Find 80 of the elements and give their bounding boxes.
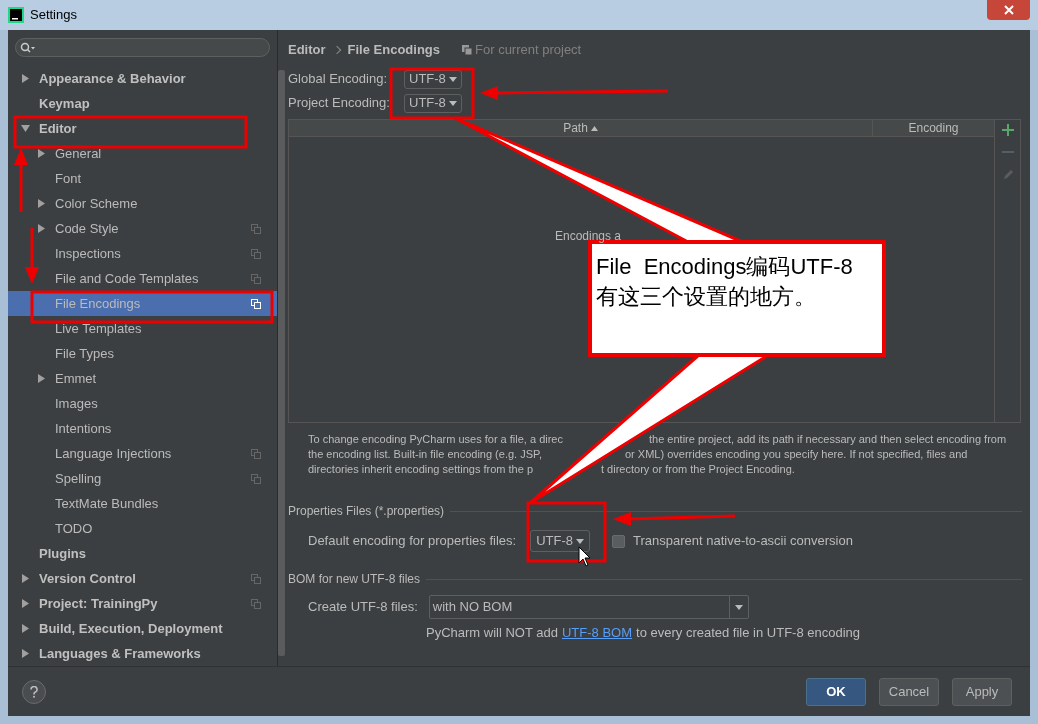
arrow: [25, 228, 39, 284]
window-title: Settings: [30, 6, 77, 25]
caret-icon: [448, 76, 457, 82]
tree-item[interactable]: Images: [8, 391, 277, 416]
tree-item[interactable]: File Types: [8, 341, 277, 366]
tree-item[interactable]: Editor: [8, 116, 277, 141]
tree-item[interactable]: Intentions: [8, 416, 277, 441]
description-text: t directory or from the Project Encoding.: [601, 462, 795, 477]
tree-item[interactable]: General: [8, 141, 277, 166]
description-text: To change encoding PyCharm uses for a file, a direc: [308, 433, 563, 445]
scope-note: For current project: [475, 41, 582, 60]
dialog-button[interactable]: OK: [806, 677, 866, 706]
tree-item[interactable]: Color Scheme: [8, 191, 277, 216]
hint-text: PyCharm will NOT add: [426, 624, 558, 642]
project-scope-icon: [462, 45, 473, 55]
expand-arrow-icon[interactable]: [37, 224, 46, 233]
question-icon: [30, 685, 38, 698]
expand-arrow-icon[interactable]: [21, 599, 30, 608]
add-icon[interactable]: [1001, 124, 1014, 136]
expand-arrow-icon[interactable]: [37, 374, 46, 383]
checkbox-label[interactable]: Transparent native-to-ascii conversion: [632, 531, 853, 551]
field-label: Create UTF-8 files:: [308, 598, 418, 617]
tree-item[interactable]: Spelling: [8, 466, 277, 491]
tree-item[interactable]: Languages & Frameworks: [8, 641, 277, 666]
breadcrumb-item[interactable]: Editor: [288, 40, 326, 60]
caret-icon: [734, 604, 743, 610]
bom-link[interactable]: UTF-8 BOM: [561, 623, 633, 643]
field-label: Global Encoding:: [288, 70, 388, 89]
empty-table-message: Encodings a: [555, 228, 622, 245]
description-text: or XML) overrides encoding you specify here. If not specified, files and: [625, 447, 968, 462]
hint-text: to every created file in UTF-8 encoding: [636, 624, 861, 642]
arrow: [14, 148, 28, 212]
description-text: directories inherit encoding settings from the p: [308, 463, 533, 475]
tree-item[interactable]: Project: TrainingPy: [8, 591, 277, 616]
section-title: BOM for new UTF-8 files: [288, 571, 421, 588]
tree-item[interactable]: Appearance & Behavior: [8, 66, 277, 91]
callout-text: File Encodings编码UTF-8: [596, 253, 854, 281]
field-label: Project Encoding:: [288, 94, 391, 113]
tree-item[interactable]: TextMate Bundles: [8, 491, 277, 516]
dialog-button[interactable]: Cancel: [879, 677, 939, 706]
tree-item[interactable]: Keymap: [8, 91, 277, 116]
scrollbar[interactable]: [278, 70, 285, 656]
callout-text: 有这三个设置的地方。: [596, 283, 817, 311]
tree-item[interactable]: Live Templates: [8, 316, 277, 341]
section-title: Properties Files (*.properties): [288, 503, 445, 520]
tree-item[interactable]: Build, Execution, Deployment: [8, 616, 277, 641]
tree-item[interactable]: TODO: [8, 516, 277, 541]
search-field[interactable]: [15, 38, 270, 57]
description-text: the entire project, add its path if necessary and then select encoding from: [649, 432, 1007, 447]
breadcrumb-item: File Encodings: [347, 41, 441, 60]
caret-icon: [575, 538, 584, 544]
app-icon: [8, 7, 24, 23]
expand-arrow-icon[interactable]: [21, 74, 30, 83]
column-header[interactable]: Encoding: [873, 120, 994, 136]
cursor-icon: [578, 546, 591, 567]
tree-item[interactable]: Version Control: [8, 566, 277, 591]
dialog-button[interactable]: Apply: [952, 677, 1012, 706]
close-icon: [1003, 5, 1014, 15]
tree-item[interactable]: File and Code Templates: [8, 266, 277, 291]
help-button[interactable]: [22, 679, 46, 704]
caret-icon: [448, 100, 457, 106]
expand-arrow-icon[interactable]: [37, 199, 46, 208]
checkbox[interactable]: [611, 534, 625, 548]
tree-item[interactable]: Font: [8, 166, 277, 191]
field-label: Default encoding for properties files:: [308, 532, 517, 551]
encoding-dropdown[interactable]: UTF-8: [404, 93, 462, 113]
bom-dropdown[interactable]: with NO BOM: [428, 595, 749, 619]
expand-arrow-icon[interactable]: [21, 624, 30, 633]
close-button[interactable]: [987, 0, 1030, 20]
description-text: the encoding list. Built-in file encoding (e.g. JSP,: [308, 448, 542, 460]
expand-arrow-icon[interactable]: [37, 149, 46, 158]
collapse-arrow-icon[interactable]: [21, 124, 30, 133]
tree-item[interactable]: Emmet: [8, 366, 277, 391]
expand-arrow-icon[interactable]: [21, 649, 30, 658]
tree-item[interactable]: Language Injections: [8, 441, 277, 466]
tree-item[interactable]: Plugins: [8, 541, 277, 566]
search-icon: [20, 41, 36, 54]
expand-arrow-icon[interactable]: [21, 574, 30, 583]
tree-item[interactable]: Inspections: [8, 241, 277, 266]
tree-item[interactable]: Code Style: [8, 216, 277, 241]
